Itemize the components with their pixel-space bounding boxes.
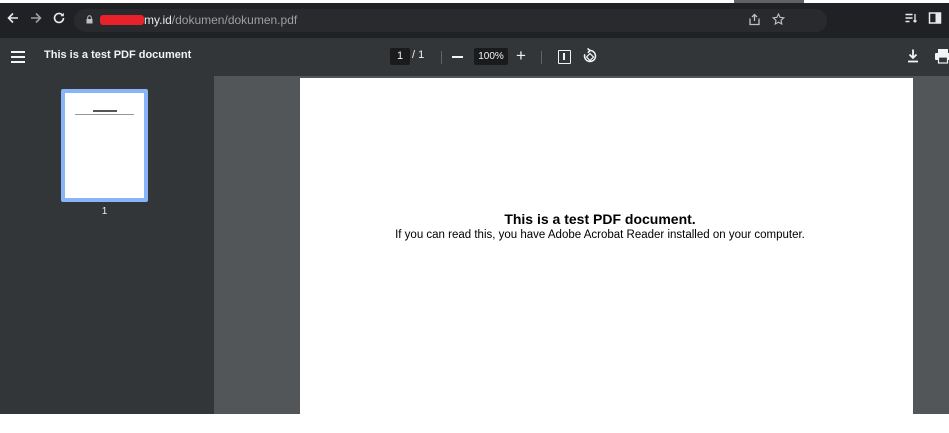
reading-list-icon[interactable] <box>902 11 920 29</box>
arrow-right-icon[interactable] <box>27 11 45 29</box>
toolbar-divider <box>541 51 542 64</box>
pdf-page: This is a test PDF document. If you can … <box>300 78 913 414</box>
zoom-level-input[interactable]: 100% <box>474 48 508 65</box>
redacted-domain <box>100 15 144 25</box>
url-host: my.id <box>144 13 172 27</box>
lock-icon <box>86 15 93 24</box>
reload-icon[interactable] <box>50 11 68 29</box>
zoom-out-button[interactable] <box>452 56 463 58</box>
zoom-in-button[interactable]: + <box>516 46 526 66</box>
arrow-left-icon[interactable] <box>4 11 22 29</box>
document-title: This is a test PDF document <box>44 49 192 61</box>
fit-to-page-icon[interactable] <box>558 50 571 64</box>
screenshot-frame: my.id/dokumen/dokumen.pdf This is a test… <box>0 0 949 414</box>
page-count: / 1 <box>412 49 425 61</box>
thumbnail-heading-line <box>93 110 117 112</box>
address-bar[interactable]: my.id/dokumen/dokumen.pdf <box>74 9 827 32</box>
thumbnail-page-label: 1 <box>101 206 108 217</box>
document-body-text: If you can read this, you have Adobe Acr… <box>395 229 805 241</box>
thumbnail-sidebar: 1 <box>0 76 214 414</box>
toolbar-divider <box>441 51 442 64</box>
browser-toolbar: my.id/dokumen/dokumen.pdf <box>0 3 949 38</box>
download-icon[interactable] <box>906 48 920 64</box>
share-icon[interactable] <box>746 13 762 29</box>
side-panel-icon[interactable] <box>926 11 944 29</box>
document-heading: This is a test PDF document. <box>504 211 696 227</box>
pdf-toolbar: This is a test PDF document 1 / 1 100% + <box>0 38 949 76</box>
url-path: /dokumen/dokumen.pdf <box>171 13 298 27</box>
url-text: my.id/dokumen/dokumen.pdf <box>100 13 297 28</box>
star-icon[interactable] <box>770 12 786 29</box>
rotate-icon[interactable] <box>581 47 599 65</box>
thumbnail-body-line <box>75 114 134 115</box>
page-thumbnail[interactable] <box>61 89 148 202</box>
page-number-input[interactable]: 1 <box>390 48 410 65</box>
print-icon[interactable] <box>934 48 949 64</box>
pdf-viewer-area[interactable]: This is a test PDF document. If you can … <box>214 76 949 414</box>
thumbnail-page-preview <box>65 93 144 198</box>
hamburger-menu-icon[interactable] <box>11 51 25 63</box>
